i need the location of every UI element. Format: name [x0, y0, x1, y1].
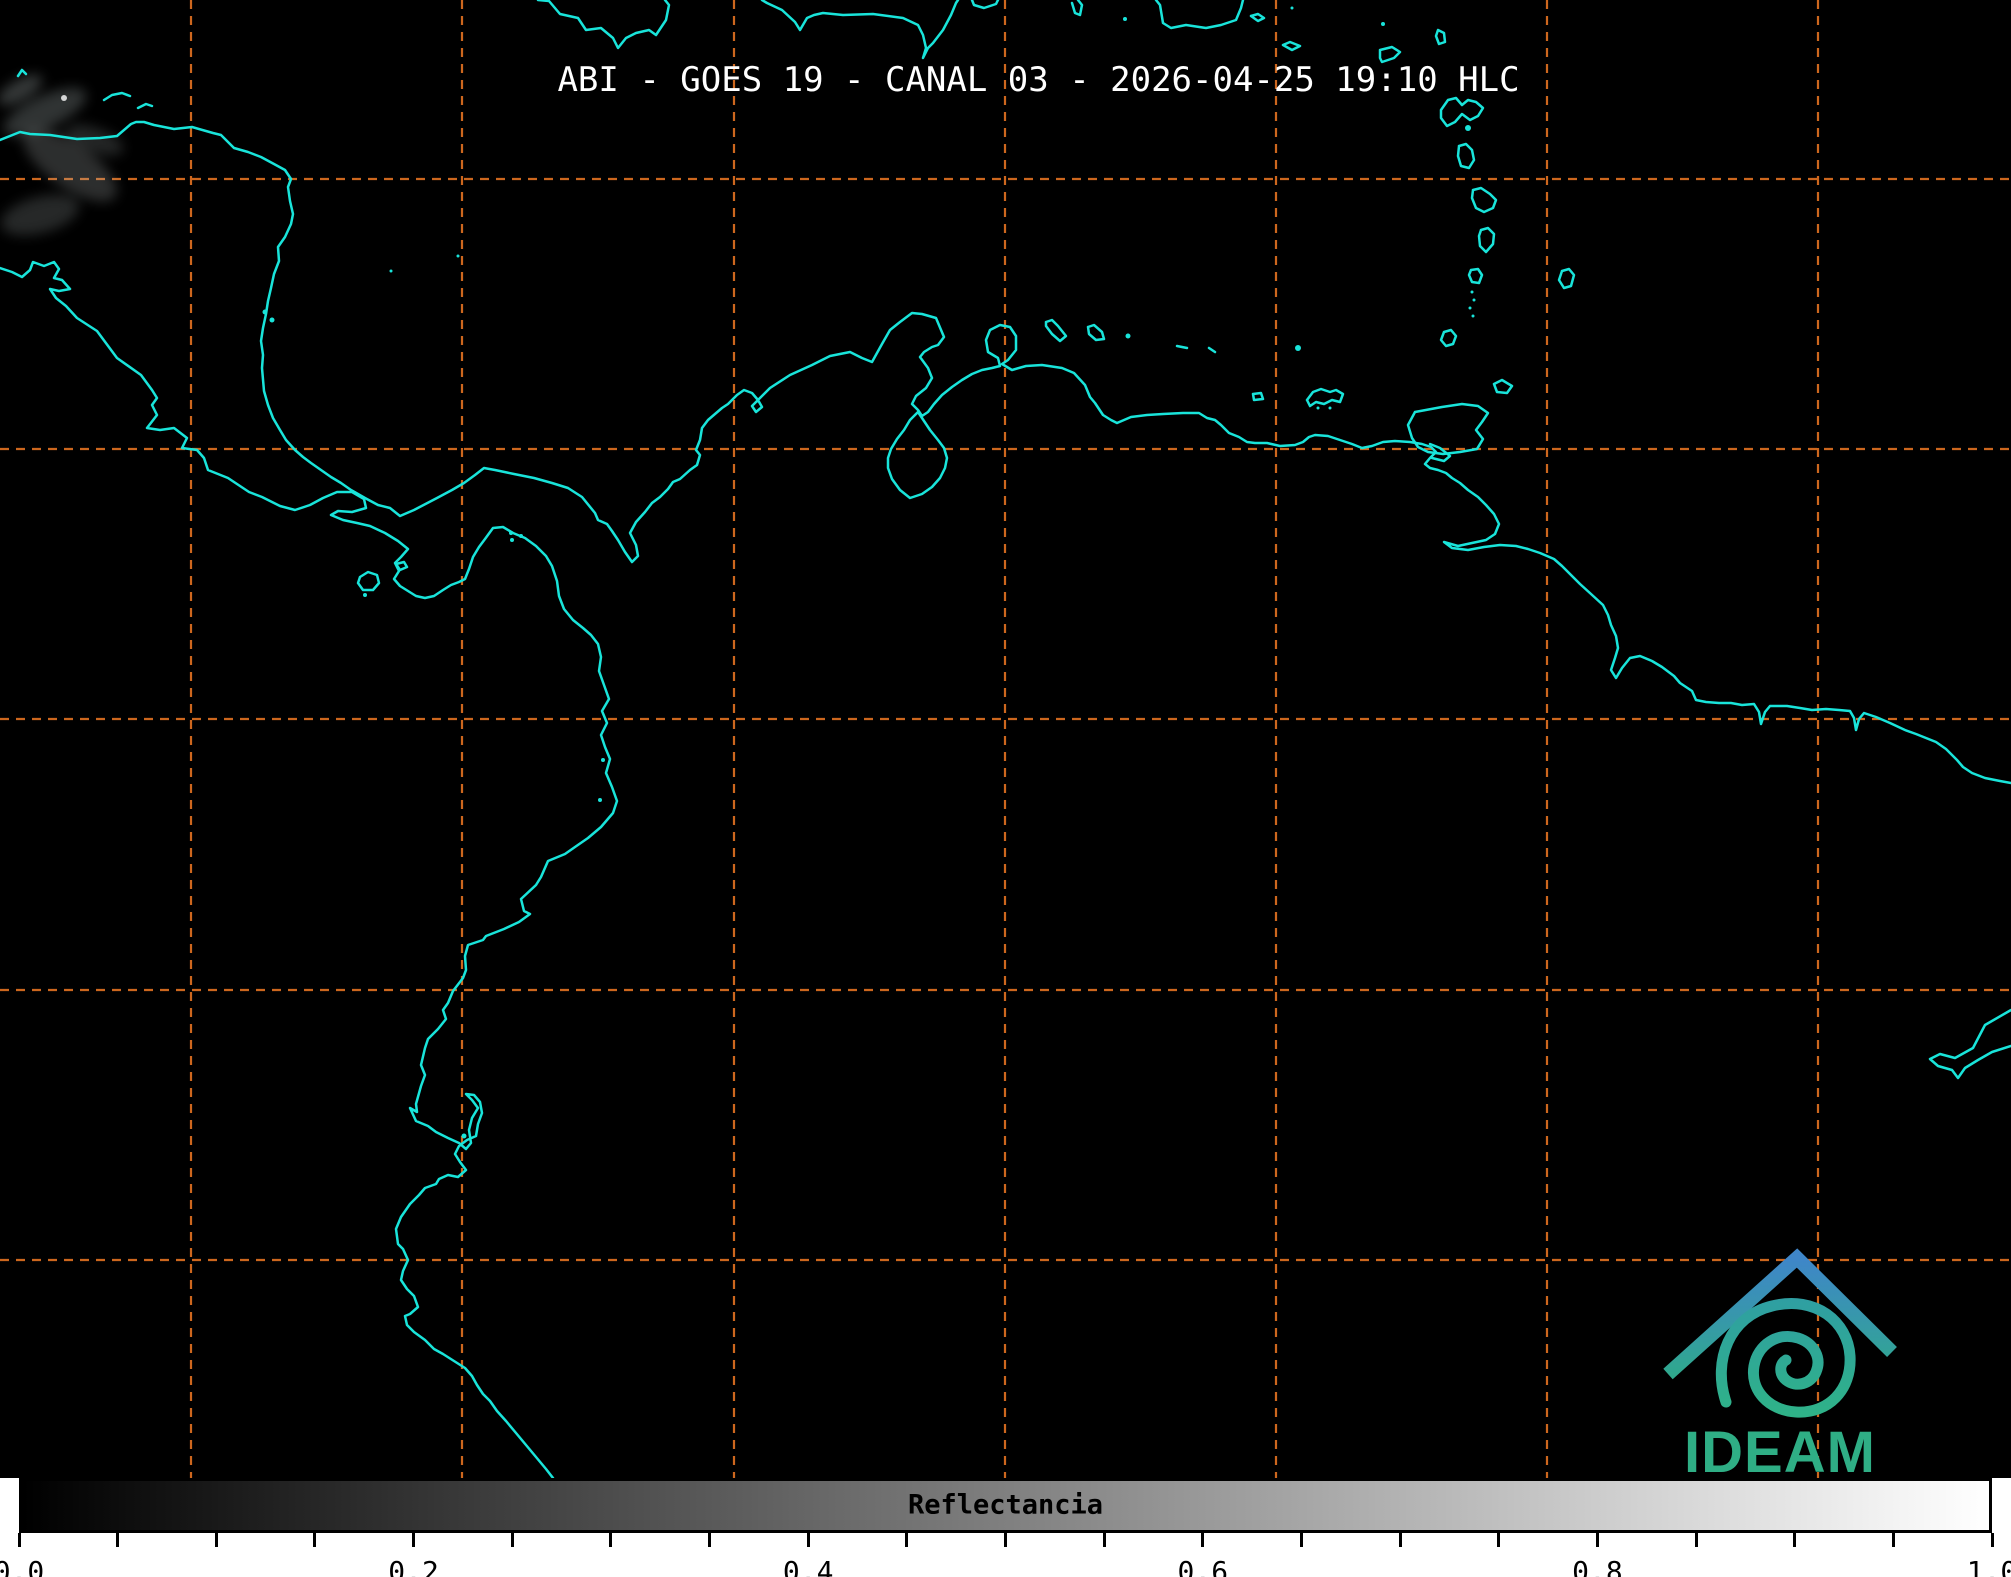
island-corner-curl: [16, 68, 28, 78]
colorbar-tick: [1299, 1533, 1303, 1547]
island-cayman-west: [102, 91, 132, 102]
colorbar-tick: [1201, 1533, 1205, 1547]
island-barbados: [1557, 267, 1576, 290]
islet-dot: [1472, 298, 1476, 302]
colorbar-gradient: Reflectancia: [19, 1478, 1992, 1533]
island-dominica: [1456, 142, 1476, 170]
colorbar-tick: [1793, 1533, 1797, 1547]
image-title: ABI - GOES 19 - CANAL 03 - 2026-04-25 19…: [557, 60, 1520, 100]
islet-dot: [1295, 345, 1301, 351]
colorbar-tick: [708, 1533, 712, 1547]
colorbar-band: Reflectancia 0.0 0.2 0.4 0.6 0.8 1.0: [0, 1478, 2011, 1577]
coastline-lake-maracaibo: [886, 410, 949, 500]
colorbar-tick-label: 0.0: [0, 1555, 45, 1577]
island-vieques: [1249, 12, 1266, 23]
ideam-logo-text: IDEAM: [1684, 1420, 1876, 1478]
islet-dot: [1328, 406, 1332, 410]
island-curacao: [1086, 323, 1106, 342]
colorbar-tick: [1004, 1533, 1007, 1547]
island-puerto-rico: [1154, 0, 1245, 30]
colorbar-tick: [17, 1533, 21, 1547]
cloud-layer: [0, 74, 124, 236]
island-aruba: [1044, 318, 1068, 343]
colorbar-tick-label: 1.0: [1966, 1555, 2011, 1577]
island-los-roques: [1175, 344, 1189, 350]
graticule-grid: [0, 0, 2011, 1478]
colorbar-tick: [1102, 1533, 1106, 1547]
islet-dot: [601, 758, 605, 762]
cloud-bright-spot: [61, 95, 67, 101]
islet-dot: [598, 798, 602, 802]
islet-dot: [1471, 314, 1475, 318]
colorbar-tick: [412, 1533, 416, 1547]
island-st-vincent: [1467, 267, 1484, 285]
islet-dot: [262, 309, 268, 315]
coastline-brazil-corner: [1928, 1008, 2011, 1080]
island-grenada: [1439, 328, 1458, 348]
islet-dot: [363, 593, 367, 597]
colorbar-tick: [510, 1533, 514, 1547]
colorbar-tick: [1990, 1533, 1994, 1547]
island-st-lucia: [1477, 226, 1496, 254]
colorbar-tick: [1891, 1533, 1895, 1547]
island-hispaniola-east: [970, 0, 1000, 10]
colorbar-tick: [313, 1533, 317, 1547]
islet-dot: [1470, 290, 1474, 294]
islet-dot: [1125, 333, 1131, 339]
islet-dot: [1290, 6, 1294, 10]
islet-dot: [1381, 22, 1385, 26]
island-martinique: [1470, 186, 1498, 214]
islet-dot: [1465, 125, 1471, 131]
island-jamaica: [536, 0, 671, 50]
island-la-tortuga: [1251, 391, 1265, 402]
island-las-aves: [1207, 346, 1217, 354]
island-guadeloupe: [1439, 96, 1485, 128]
colorbar-tick: [1595, 1533, 1599, 1547]
island-cayman-east: [136, 102, 154, 110]
island-coiba: [356, 570, 381, 592]
colorbar-tick: [806, 1533, 810, 1547]
colorbar-tick-label: 0.4: [782, 1555, 834, 1577]
island-margarita: [1305, 387, 1345, 408]
islet-dot: [389, 269, 393, 273]
island-mona: [1070, 0, 1084, 17]
islet-dot: [1316, 406, 1320, 410]
colorbar-label: Reflectancia: [907, 1488, 1104, 1520]
coastline-pacific-mainland: [0, 260, 619, 1478]
island-antigua: [1434, 28, 1447, 46]
colorbar-tick: [116, 1533, 120, 1547]
cloud-patch: [1, 194, 79, 236]
islet-dot: [509, 531, 513, 535]
ideam-spiral-icon: [1715, 1298, 1856, 1418]
islet-dot: [1468, 306, 1472, 310]
island-st-croix: [1281, 40, 1302, 52]
ideam-logo: IDEAM: [1663, 1248, 1897, 1478]
colorbar-tick: [609, 1533, 613, 1547]
satellite-image-viewport: IDEAM ABI - GOES 19 - CANAL 03 - 2026-04…: [0, 0, 2011, 1577]
islet-dot: [461, 1133, 467, 1139]
island-trinidad: [1406, 402, 1490, 456]
satellite-map: IDEAM: [0, 0, 2011, 1478]
colorbar-tick: [1694, 1533, 1698, 1547]
colorbar-tick: [1398, 1533, 1402, 1547]
colorbar-tick: [905, 1533, 909, 1547]
ideam-mountain-icon: [1663, 1248, 1897, 1380]
colorbar-tick-label: 0.2: [388, 1555, 439, 1577]
colorbar-tick-label: 0.8: [1572, 1555, 1623, 1577]
island-hispaniola: [760, 0, 960, 60]
colorbar-tick: [1497, 1533, 1501, 1547]
islet-dot: [456, 254, 460, 258]
colorbar-tick-label: 0.6: [1177, 1555, 1229, 1577]
islet-dot: [269, 317, 275, 323]
colorbar-tick: [214, 1533, 218, 1547]
island-tobago: [1492, 378, 1514, 395]
islet-dot: [519, 534, 523, 538]
islet-dot: [510, 538, 514, 542]
islet-dot: [1123, 17, 1127, 21]
